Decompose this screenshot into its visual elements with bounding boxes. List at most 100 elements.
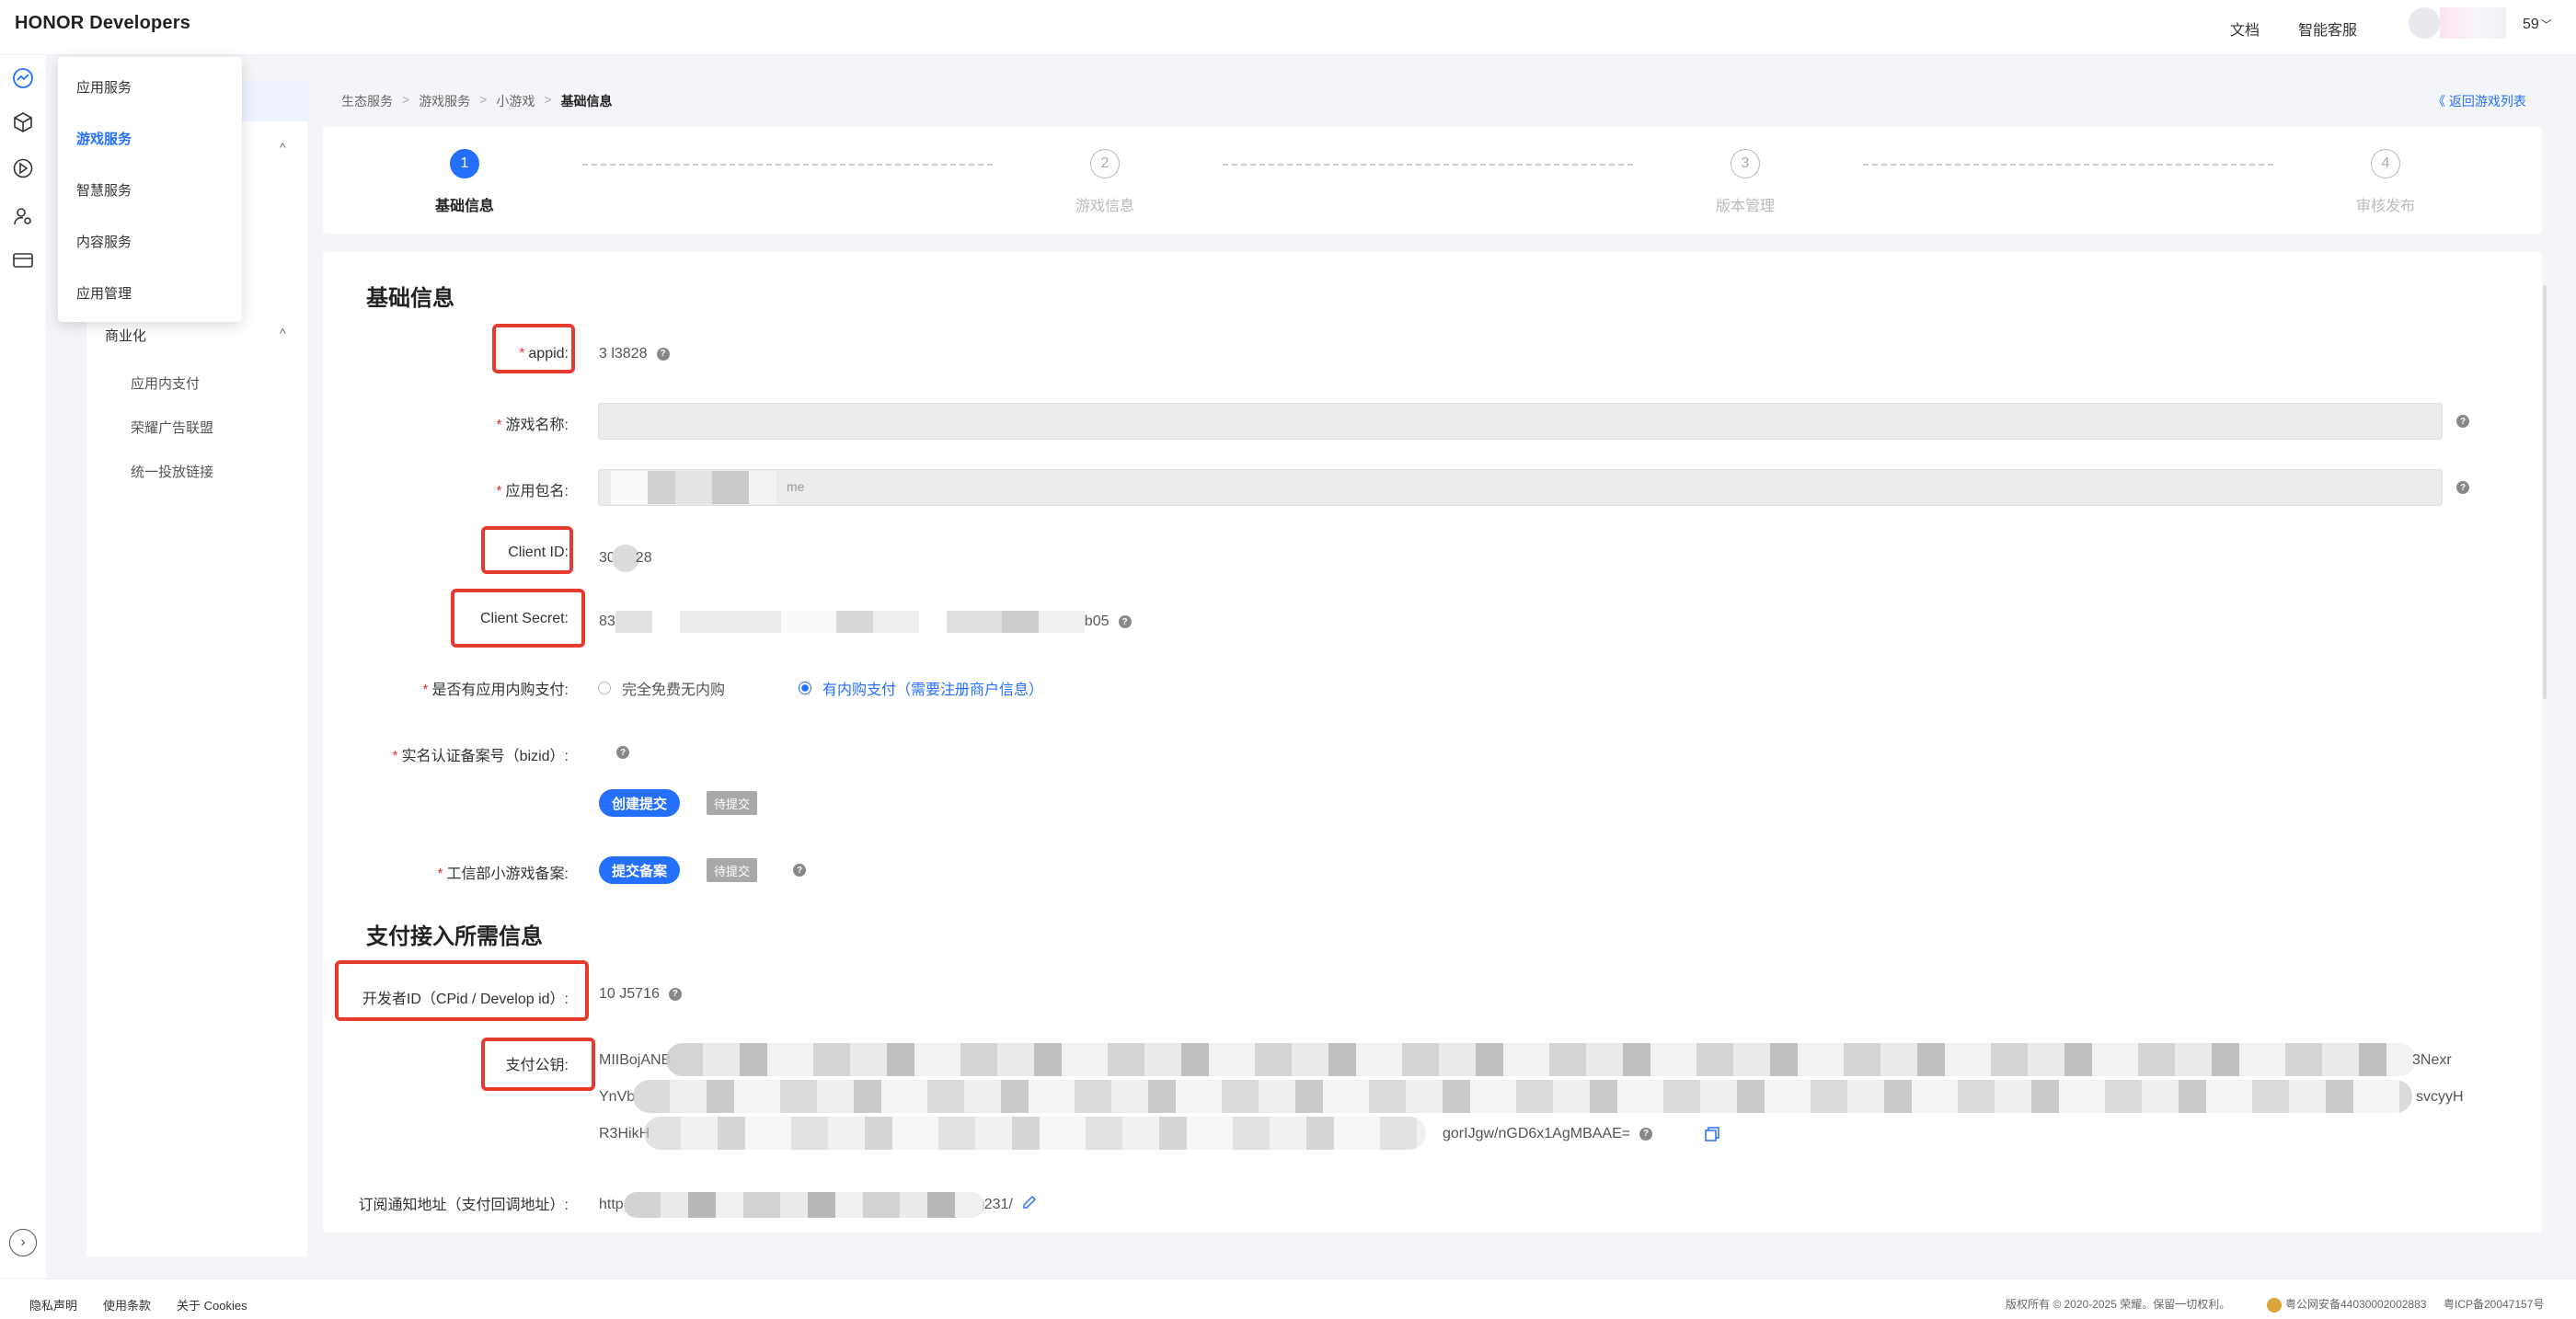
pay-key-line3-end: gorIJgw/nGD6x1AgMBAAE= — [1443, 1126, 1631, 1141]
subnav-item-link[interactable]: 统一投放链接 — [131, 462, 213, 481]
client-secret-value: 83 b05? — [599, 611, 1132, 633]
pay-key-line3-end-wrap: gorIJgw/nGD6x1AgMBAAE=? — [1443, 1126, 1653, 1142]
avatar[interactable] — [2409, 7, 2440, 39]
gamepad-icon[interactable] — [11, 156, 35, 180]
cube-icon[interactable] — [11, 110, 35, 134]
steps-progress: 1 基础信息 2 游戏信息 3 版本管理 4 审核发布 — [323, 127, 2542, 234]
logo[interactable]: HONOR Developers — [15, 13, 190, 34]
highlight-box — [492, 324, 575, 373]
icp-record[interactable]: 粤ICP备20047157号 — [2444, 1296, 2544, 1312]
step-divider — [1863, 164, 2273, 166]
step-2-label: 游戏信息 — [1075, 199, 1134, 214]
section-title-payment: 支付接入所需信息 — [366, 924, 543, 949]
highlight-box — [481, 1038, 595, 1091]
step-divider — [1223, 164, 1633, 166]
privacy-link[interactable]: 隐私声明 — [29, 1296, 77, 1313]
notify-url-prefix: http — [599, 1197, 624, 1213]
pay-key-line2-start: YnVb — [599, 1089, 636, 1105]
menu-item-app-services[interactable]: 应用服务 — [76, 77, 132, 97]
back-to-game-list-link[interactable]: 《 返回游戏列表 — [2432, 92, 2526, 110]
redacted-key — [644, 1117, 1426, 1150]
radio-free[interactable]: 完全免费无内购 — [598, 677, 725, 699]
help-icon[interactable]: ? — [2456, 481, 2469, 494]
breadcrumb-item[interactable]: 游戏服务 — [419, 92, 470, 110]
menu-item-content-services[interactable]: 内容服务 — [76, 232, 132, 251]
game-name-label: * 游戏名称: — [496, 418, 569, 433]
user-name-redacted[interactable] — [2440, 7, 2506, 39]
breadcrumb-separator: > — [402, 92, 410, 107]
step-4-circle: 4 — [2371, 149, 2400, 178]
appid-value-text: 3 l3828 — [599, 346, 648, 361]
expand-sidebar-button[interactable]: › — [9, 1229, 37, 1256]
appid-value: 3 l3828? — [599, 346, 670, 362]
bizid-label: * 实名认证备案号（bizid）: — [392, 749, 569, 764]
user-settings-icon[interactable] — [11, 204, 35, 228]
help-icon[interactable]: ? — [656, 347, 670, 361]
package-name-input[interactable]: me — [598, 469, 2443, 506]
notify-url-suffix: 231/ — [983, 1197, 1013, 1213]
smart-support-link[interactable]: 智能客服 — [2298, 17, 2357, 40]
section-title-basic-info: 基础信息 — [366, 286, 454, 311]
create-submit-button[interactable]: 创建提交 — [599, 789, 681, 817]
radio-free-label: 完全免费无内购 — [622, 682, 726, 698]
police-badge-icon — [2267, 1297, 2282, 1313]
top-bar: HONOR Developers 文档 智能客服 59 ﹀ — [0, 0, 2576, 55]
menu-item-app-management[interactable]: 应用管理 — [76, 283, 132, 303]
help-icon[interactable]: ? — [793, 864, 806, 877]
cookies-link[interactable]: 关于 Cookies — [177, 1296, 247, 1313]
radio-dot — [598, 682, 611, 694]
step-divider — [582, 164, 993, 166]
pay-key-line2-end: svcyyH — [2416, 1089, 2464, 1105]
developer-id-value: 10 J5716? — [599, 986, 682, 1003]
terms-link[interactable]: 使用条款 — [103, 1296, 151, 1313]
miit-record-label: * 工信部小游戏备案: — [437, 866, 569, 882]
footer: 隐私声明 使用条款 关于 Cookies 版权所有 © 2020-2025 荣耀… — [0, 1279, 2576, 1319]
step-2-circle: 2 — [1090, 149, 1120, 178]
chevron-right-icon: › — [20, 1234, 26, 1250]
subnav-item-iap[interactable]: 应用内支付 — [131, 373, 200, 393]
police-record-text: 粤公网安备44030002002883 — [2285, 1298, 2427, 1311]
subnav-item-ads[interactable]: 荣耀广告联盟 — [131, 418, 213, 437]
icon-rail — [0, 55, 46, 1279]
breadcrumb-item[interactable]: 小游戏 — [496, 92, 535, 110]
help-icon[interactable]: ? — [668, 987, 682, 1001]
step-3-label: 版本管理 — [1715, 199, 1775, 214]
caret-up-icon[interactable]: ^ — [280, 326, 286, 340]
help-icon[interactable]: ? — [2456, 415, 2469, 428]
step-1-label: 基础信息 — [434, 199, 494, 214]
submit-record-button[interactable]: 提交备案 — [599, 856, 681, 884]
user-menu[interactable]: 59 ﹀ — [2523, 17, 2552, 33]
docs-link[interactable]: 文档 — [2230, 17, 2260, 40]
developer-id-text: 10 J5716 — [599, 986, 660, 1002]
radio-paid[interactable]: 有内购支付（需要注册商户信息） — [799, 677, 1043, 699]
menu-item-smart-services[interactable]: 智慧服务 — [76, 180, 132, 200]
radio-dot — [799, 682, 811, 694]
pending-badge: 待提交 — [707, 858, 758, 882]
copy-icon[interactable] — [1704, 1126, 1720, 1142]
package-name-label-text: 应用包名: — [505, 484, 569, 499]
breadcrumb-item[interactable]: 生态服务 — [341, 92, 393, 110]
subnav-group-commercial[interactable]: 商业化 — [105, 326, 146, 345]
caret-up-icon[interactable]: ^ — [280, 140, 286, 155]
dashboard-icon[interactable] — [11, 66, 35, 90]
redacted-key — [633, 1080, 2412, 1113]
help-icon[interactable]: ? — [1639, 1127, 1653, 1141]
card-icon[interactable] — [11, 248, 35, 272]
package-name-label: * 应用包名: — [496, 484, 569, 499]
redacted-key — [666, 1043, 2416, 1076]
client-id-suffix: 28 — [635, 550, 652, 567]
edit-icon[interactable] — [1021, 1194, 1038, 1210]
game-name-label-text: 游戏名称: — [505, 418, 569, 433]
step-3-circle: 3 — [1731, 149, 1760, 178]
help-icon[interactable]: ? — [616, 746, 629, 759]
scrollbar[interactable] — [2543, 285, 2547, 699]
police-record[interactable]: 粤公网安备44030002002883 — [2267, 1296, 2426, 1313]
breadcrumb-separator: > — [479, 92, 488, 107]
notify-url-label: 订阅通知地址（支付回调地址）: — [358, 1198, 569, 1213]
help-icon[interactable]: ? — [1118, 615, 1132, 628]
client-secret-prefix: 83 — [599, 614, 615, 630]
menu-item-game-services[interactable]: 游戏服务 — [76, 129, 132, 148]
game-name-input[interactable] — [598, 403, 2443, 440]
redacted-secret — [615, 611, 1085, 633]
services-flyout-menu: 应用服务 游戏服务 智慧服务 内容服务 应用管理 — [58, 57, 242, 322]
